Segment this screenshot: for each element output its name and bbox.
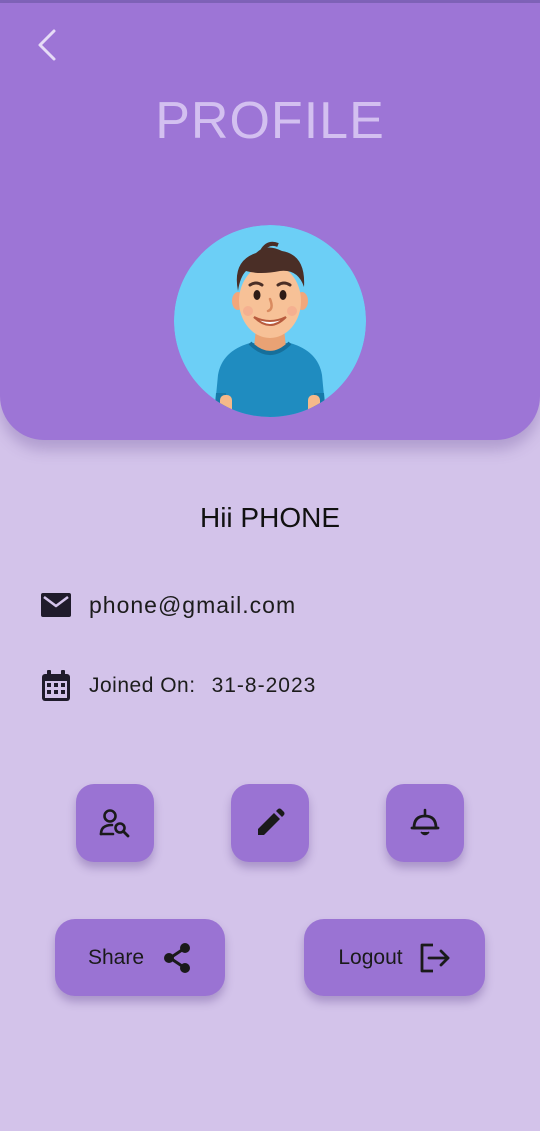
share-button[interactable]: Share	[55, 919, 225, 996]
email-row: phone@gmail.com	[40, 586, 296, 624]
joined-label: Joined On:	[89, 674, 196, 697]
joined-row: Joined On: 31-8-2023	[40, 666, 316, 706]
person-search-icon	[99, 809, 130, 838]
edit-profile-button[interactable]	[231, 784, 309, 862]
user-greeting: Hii PHONE	[199, 502, 340, 533]
chevron-left-icon	[38, 29, 56, 61]
avatar-image	[174, 225, 366, 417]
share-label: Share	[87, 945, 145, 969]
logout-button[interactable]: Logout	[304, 919, 485, 996]
notifications-button[interactable]	[386, 784, 464, 862]
mail-icon	[40, 589, 72, 621]
email-value: phone@gmail.com	[89, 591, 297, 618]
search-user-button[interactable]	[76, 784, 154, 862]
logout-icon	[419, 943, 451, 973]
page-title: PROFILE	[155, 92, 385, 150]
avatar	[174, 225, 366, 417]
bell-icon	[410, 808, 440, 836]
calendar-icon	[40, 670, 72, 702]
edit-pencil-icon	[258, 808, 285, 835]
share-icon	[162, 942, 192, 974]
joined-date: 31-8-2023	[211, 674, 317, 697]
back-button[interactable]	[28, 25, 68, 65]
profile-header: PROFILE	[0, 3, 540, 440]
logout-label: Logout	[338, 945, 403, 969]
